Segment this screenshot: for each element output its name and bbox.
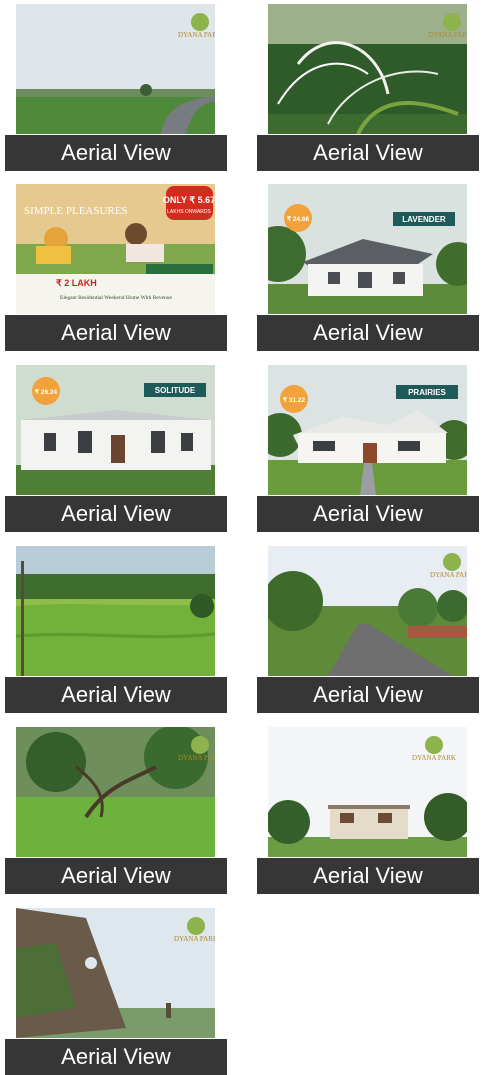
tile-caption: Aerial View [5, 315, 227, 351]
gallery-photo-lily[interactable]: DYANA PARK [268, 4, 467, 134]
poster-tagline: Elegant Residential Weekend Home With Re… [60, 295, 173, 301]
house-tag: PRAIRIES [408, 388, 446, 397]
gallery-tile[interactable]: DYANA PARK Aerial View [5, 4, 227, 171]
tile-caption: Aerial View [5, 496, 227, 532]
gallery-photo-cliff[interactable]: DYANA PARK [16, 908, 215, 1038]
logo-text: DYANA PARK [412, 754, 456, 762]
gallery-tile[interactable]: SIMPLE PLEASURES ONLY ₹ 5.67 LAKHS ONWAR… [5, 184, 227, 351]
tile-caption: Aerial View [257, 315, 479, 351]
gallery-tile[interactable]: DYANA PARK Aerial View [5, 727, 227, 894]
gallery-tile[interactable]: DYANA PARK Aerial View [5, 908, 227, 1075]
logo-text: DYANA PARK [178, 754, 215, 762]
price-badge: ₹ 26.24 [35, 388, 58, 396]
poster-badge: ONLY ₹ 5.67 [163, 195, 215, 205]
tile-caption: Aerial View [5, 858, 227, 894]
gallery-tile[interactable]: DYANA PARK Aerial View [257, 546, 479, 713]
gallery-photo-meadow[interactable] [16, 546, 215, 676]
logo-text: DYANA PARK [428, 31, 467, 39]
gallery-tile[interactable]: Aerial View [5, 546, 227, 713]
gallery-photo-solitude[interactable]: SOLITUDE ₹ 26.24 [16, 365, 215, 495]
gallery-tile[interactable]: LAVENDER ₹ 24.66 Aerial View [257, 184, 479, 351]
price-badge: ₹ 31.22 [283, 396, 306, 404]
gallery-photo-poster[interactable]: SIMPLE PLEASURES ONLY ₹ 5.67 LAKHS ONWAR… [16, 184, 215, 314]
gallery-tile[interactable]: DYANA PARK Aerial View [257, 727, 479, 894]
poster-price: ₹ 2 LAKH [56, 278, 97, 288]
tile-caption: Aerial View [5, 135, 227, 171]
gallery-tile[interactable]: DYANA PARK Aerial View [257, 4, 479, 171]
gallery-photo-house-trees[interactable]: DYANA PARK [268, 727, 467, 857]
poster-badge-note: LAKHS ONWARDS [167, 209, 211, 215]
tile-caption: Aerial View [5, 1039, 227, 1075]
gallery-photo-lavender[interactable]: LAVENDER ₹ 24.66 [268, 184, 467, 314]
gallery-tile[interactable]: SOLITUDE ₹ 26.24 Aerial View [5, 365, 227, 532]
tile-caption: Aerial View [257, 135, 479, 171]
house-tag: SOLITUDE [155, 386, 196, 395]
tile-caption: Aerial View [257, 858, 479, 894]
gallery-photo-fields-road[interactable]: DYANA PARK [16, 4, 215, 134]
gallery-photo-park[interactable]: DYANA PARK [16, 727, 215, 857]
logo-text: DYANA PARK [178, 31, 215, 39]
poster-heading: SIMPLE PLEASURES [24, 205, 128, 217]
gallery-photo-prairies[interactable]: PRAIRIES ₹ 31.22 [268, 365, 467, 495]
tile-caption: Aerial View [257, 496, 479, 532]
logo-text: DYANA PARK [174, 935, 215, 943]
tile-caption: Aerial View [5, 677, 227, 713]
price-badge: ₹ 24.66 [287, 215, 310, 223]
gallery-tile[interactable]: PRAIRIES ₹ 31.22 Aerial View [257, 365, 479, 532]
logo-text: DYANA PARK [430, 571, 467, 579]
tile-caption: Aerial View [257, 677, 479, 713]
house-tag: LAVENDER [402, 215, 446, 224]
gallery-photo-road[interactable]: DYANA PARK [268, 546, 467, 676]
